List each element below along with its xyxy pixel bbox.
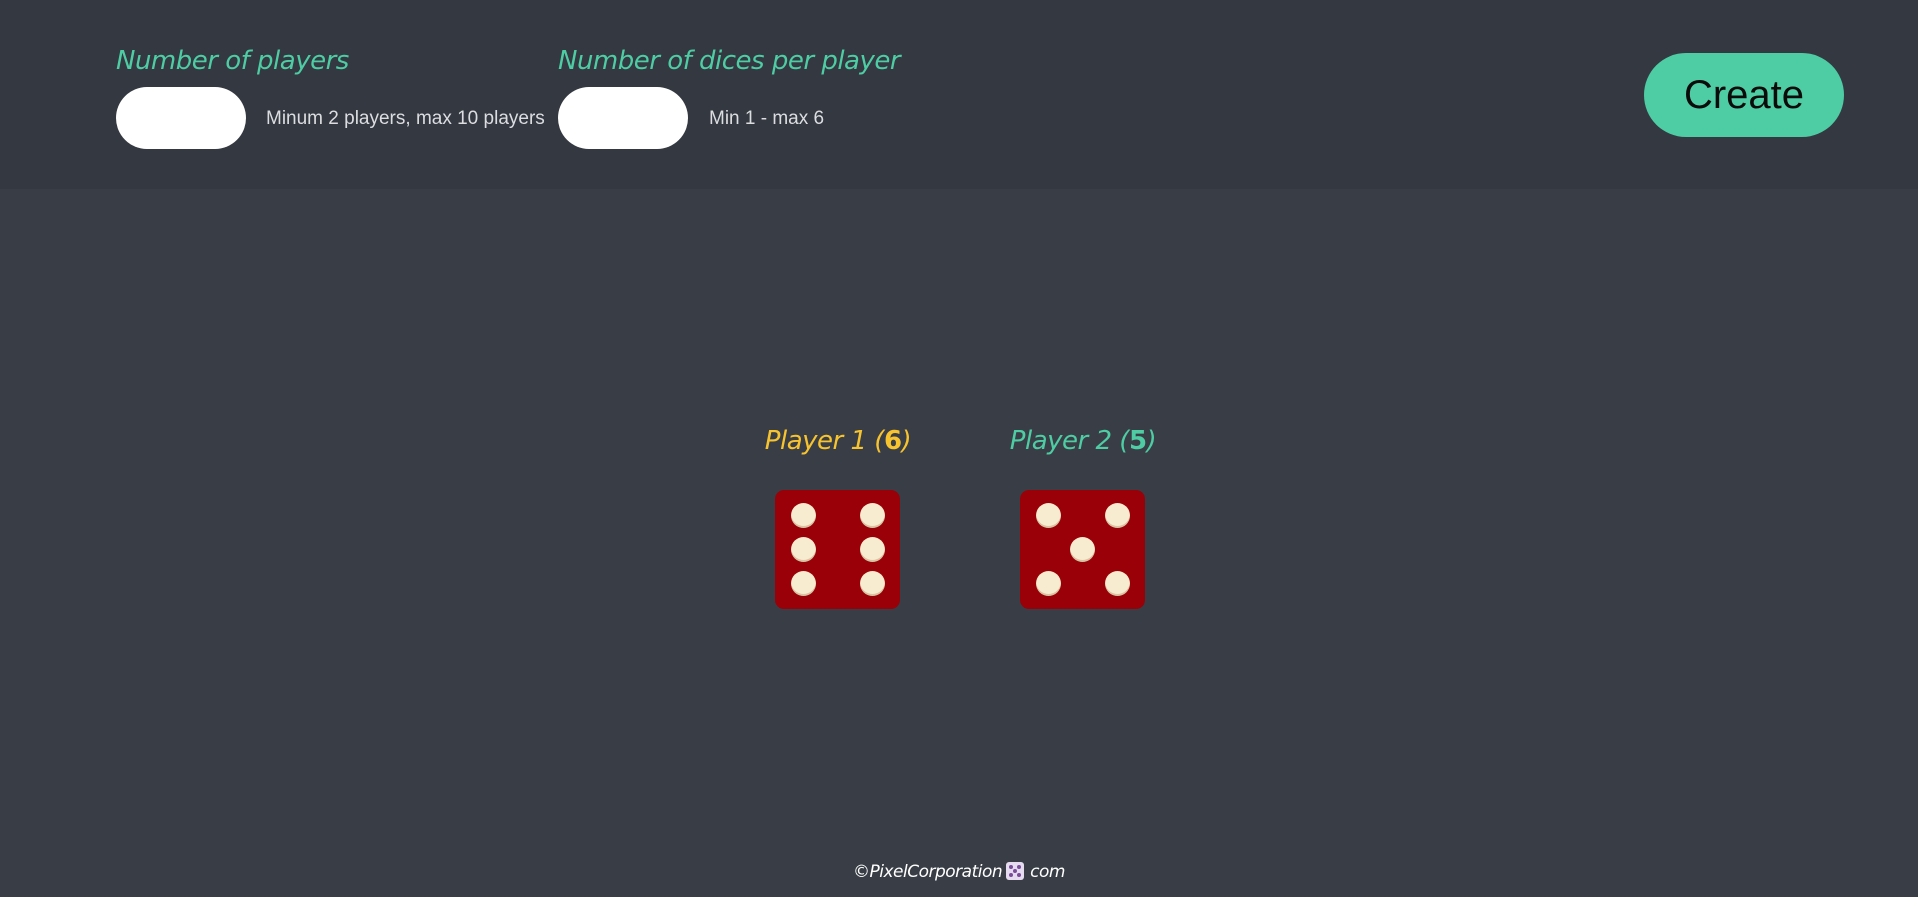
die-pip	[860, 571, 885, 596]
player-1-name: Player 1	[764, 426, 867, 456]
player-1-score-wrap: (6)	[874, 426, 912, 456]
players-hint: Minum 2 players, max 10 players	[266, 108, 545, 129]
die-pip	[860, 503, 885, 528]
dices-input[interactable]	[558, 87, 688, 149]
die-pip	[1105, 571, 1130, 596]
players-label: Number of players	[116, 46, 349, 76]
players-input[interactable]	[116, 87, 246, 149]
player-2-score: 5	[1128, 426, 1147, 456]
settings-header: Number of players Minum 2 players, max 1…	[0, 0, 1918, 189]
player-1-label: Player 1 (6)	[738, 426, 938, 456]
player-1-score: 6	[883, 426, 902, 456]
die-pip	[1070, 537, 1095, 562]
player-2-die	[1020, 490, 1145, 609]
footer: ©PixelCorporation com	[0, 862, 1918, 882]
footer-suffix: com	[1030, 862, 1065, 882]
die-pip	[1036, 571, 1061, 596]
player-2-label: Player 2 (5)	[983, 426, 1183, 456]
footer-prefix: ©PixelCorporation	[853, 862, 1003, 882]
dices-hint: Min 1 - max 6	[709, 108, 825, 129]
player-2-score-wrap: (5)	[1119, 426, 1157, 456]
die-pip	[791, 537, 816, 562]
die-pip	[860, 537, 885, 562]
die-pip	[1105, 503, 1130, 528]
player-1: Player 1 (6)	[738, 426, 938, 456]
create-button[interactable]: Create	[1644, 53, 1844, 137]
die-pip	[1036, 503, 1061, 528]
die-pip	[791, 503, 816, 528]
dices-label: Number of dices per player	[558, 46, 901, 76]
player-2: Player 2 (5)	[983, 426, 1183, 456]
die-pip	[791, 571, 816, 596]
player-2-name: Player 2	[1009, 426, 1112, 456]
player-1-die	[775, 490, 900, 609]
dice-icon	[1006, 862, 1025, 880]
